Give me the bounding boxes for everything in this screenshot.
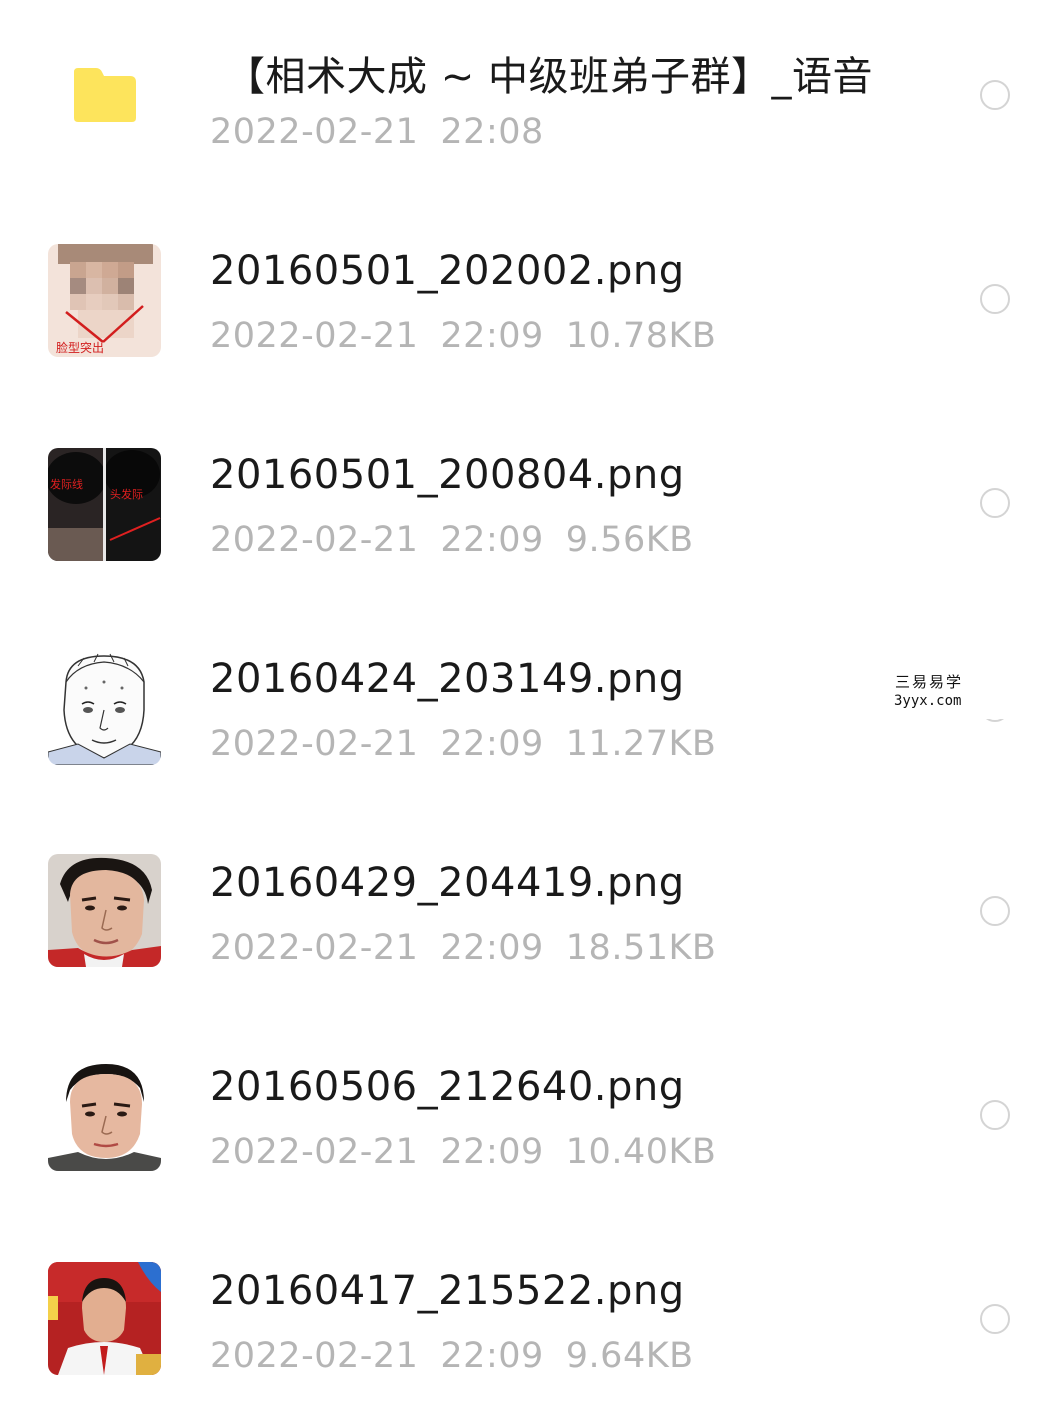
file-meta: 2022-02-21 22:09 10.40KB xyxy=(210,1132,738,1172)
file-meta: 2022-02-21 22:09 11.27KB xyxy=(210,724,738,764)
file-meta: 2022-02-21 22:08 xyxy=(210,112,566,152)
file-name: 20160417_215522.png xyxy=(210,1268,685,1314)
file-meta: 2022-02-21 22:09 18.51KB xyxy=(210,928,738,968)
watermark-text: 三易易学 xyxy=(895,673,964,691)
select-radio[interactable] xyxy=(980,488,1010,518)
file-name: 20160424_203149.png xyxy=(210,656,685,702)
folder-icon xyxy=(74,68,136,122)
file-size: 10.78KB xyxy=(565,316,717,356)
watermark: 三易易学 3yyx.com xyxy=(800,665,1054,719)
file-time: 22:09 xyxy=(440,1336,544,1376)
file-date: 2022-02-21 xyxy=(210,1132,419,1172)
file-time: 22:09 xyxy=(440,520,544,560)
file-size: 9.64KB xyxy=(565,1336,694,1376)
list-item-file[interactable]: 20160506_212640.png 2022-02-21 22:09 10.40… xyxy=(0,1020,1054,1224)
file-date: 2022-02-21 xyxy=(210,928,419,968)
file-name: 20160501_200804.png xyxy=(210,452,685,498)
svg-text:脸型突出: 脸型突出 xyxy=(56,340,104,355)
svg-text:发际线: 发际线 xyxy=(50,477,83,491)
file-meta: 2022-02-21 22:09 10.78KB xyxy=(210,316,738,356)
event-photo-thumbnail xyxy=(48,1262,161,1375)
file-time: 22:09 xyxy=(440,928,544,968)
list-item-folder[interactable]: 【相术大成 ~ 中级班弟子群】_语音 2022-02-21 22:08 xyxy=(0,0,1054,204)
file-time: 22:09 xyxy=(440,724,544,764)
file-date: 2022-02-21 xyxy=(210,112,419,152)
select-radio[interactable] xyxy=(980,1100,1010,1130)
file-date: 2022-02-21 xyxy=(210,724,419,764)
file-time: 22:08 xyxy=(440,112,544,152)
file-name: 20160501_202002.png xyxy=(210,248,685,294)
file-size: 9.56KB xyxy=(565,520,694,560)
watermark-url: 3yyx.com xyxy=(894,693,962,709)
file-name: 20160506_212640.png xyxy=(210,1064,685,1110)
file-date: 2022-02-21 xyxy=(210,520,419,560)
file-size: 18.51KB xyxy=(565,928,717,968)
list-item-file[interactable]: 发际线 头发际 20160501_200804.png 2022-02-21 22… xyxy=(0,408,1054,612)
file-time: 22:09 xyxy=(440,316,544,356)
select-radio[interactable] xyxy=(980,80,1010,110)
portrait-photo-thumbnail xyxy=(48,1058,161,1171)
file-time: 22:09 xyxy=(440,1132,544,1172)
file-meta: 2022-02-21 22:09 9.56KB xyxy=(210,520,716,560)
file-list: 【相术大成 ~ 中级班弟子群】_语音 2022-02-21 22:08 脸型突出… xyxy=(0,0,1054,1382)
svg-text:头发际: 头发际 xyxy=(110,487,143,501)
file-size: 10.40KB xyxy=(565,1132,717,1172)
face-sketch-thumbnail xyxy=(48,652,161,765)
file-meta: 2022-02-21 22:09 9.64KB xyxy=(210,1336,716,1376)
list-item-file[interactable]: 20160429_204419.png 2022-02-21 22:09 18.51… xyxy=(0,816,1054,1020)
file-date: 2022-02-21 xyxy=(210,316,419,356)
face-diagram-thumbnail: 脸型突出 xyxy=(48,244,161,357)
file-date: 2022-02-21 xyxy=(210,1336,419,1376)
list-item-file[interactable]: 脸型突出 20160501_202002.png 2022-02-21 22:09… xyxy=(0,204,1054,408)
select-radio[interactable] xyxy=(980,896,1010,926)
file-name: 20160429_204419.png xyxy=(210,860,685,906)
portrait-photo-thumbnail xyxy=(48,854,161,967)
select-radio[interactable] xyxy=(980,284,1010,314)
hairline-photo-thumbnail: 发际线 头发际 xyxy=(48,448,161,561)
select-radio[interactable] xyxy=(980,1304,1010,1334)
file-size: 11.27KB xyxy=(565,724,717,764)
file-name: 【相术大成 ~ 中级班弟子群】_语音 xyxy=(225,54,873,100)
list-item-file[interactable]: 20160417_215522.png 2022-02-21 22:09 9.64K… xyxy=(0,1224,1054,1428)
